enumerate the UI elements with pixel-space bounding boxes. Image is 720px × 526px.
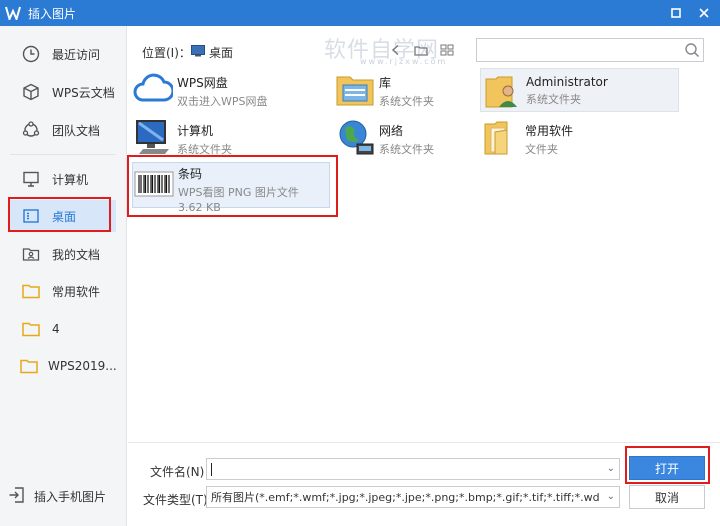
search-icon[interactable] bbox=[684, 42, 700, 58]
footer-panel bbox=[128, 442, 720, 526]
file-type: 双击进入WPS网盘 bbox=[177, 95, 268, 108]
sidebar: 最近访问 WPS云文档 团队文档 计算机 桌面 我的文档 常用软件 4 WPS2… bbox=[0, 26, 127, 526]
file-type: 文件夹 bbox=[525, 143, 558, 156]
insert-phone-image-label: 插入手机图片 bbox=[34, 489, 107, 504]
insert-phone-image-button[interactable]: 插入手机图片 bbox=[8, 482, 118, 510]
location-value: 桌面 bbox=[209, 46, 234, 60]
file-item-computer[interactable]: 计算机 系统文件夹 bbox=[132, 116, 328, 166]
sidebar-item-label: 4 bbox=[52, 322, 60, 336]
cloud-icon bbox=[132, 68, 174, 110]
file-name: WPS网盘 bbox=[177, 76, 228, 90]
sidebar-item-my-docs[interactable]: 我的文档 bbox=[8, 238, 116, 270]
cancel-button[interactable]: 取消 bbox=[629, 485, 705, 509]
sidebar-item-label: 我的文档 bbox=[52, 247, 101, 262]
close-icon bbox=[699, 8, 709, 18]
file-type: 系统文件夹 bbox=[379, 143, 434, 156]
file-type: 系统文件夹 bbox=[379, 95, 434, 108]
sidebar-item-label: 团队文档 bbox=[52, 123, 101, 138]
file-item-common-software[interactable]: 常用软件 文件夹 bbox=[480, 116, 676, 166]
folder-icon bbox=[480, 116, 522, 158]
search-box[interactable] bbox=[476, 38, 704, 62]
file-type: 系统文件夹 bbox=[177, 143, 232, 156]
sidebar-item-wps-cloud[interactable]: WPS云文档 bbox=[8, 76, 116, 108]
filetype-value: 所有图片(*.emf;*.wmf;*.jpg;*.jpeg;*.jpe;*.pn… bbox=[211, 491, 599, 504]
location-label: 位置(I)： bbox=[142, 46, 191, 60]
filename-input[interactable]: ⌄ bbox=[206, 458, 620, 480]
file-name: 计算机 bbox=[177, 124, 214, 138]
file-type: WPS看图 PNG 图片文件 bbox=[178, 186, 299, 199]
window-title: 插入图片 bbox=[28, 6, 77, 21]
cube-icon bbox=[20, 81, 42, 103]
clock-icon bbox=[20, 43, 42, 65]
filetype-select[interactable]: 所有图片(*.emf;*.wmf;*.jpg;*.jpeg;*.jpe;*.pn… bbox=[206, 486, 620, 508]
up-folder-icon[interactable] bbox=[414, 44, 428, 59]
file-item-wps-netdisk[interactable]: WPS网盘 双击进入WPS网盘 bbox=[132, 68, 328, 118]
file-item-barcode[interactable]: 条码 WPS看图 PNG 图片文件 3.62 KB bbox=[132, 162, 330, 214]
maximize-icon bbox=[671, 8, 681, 18]
view-mode-icon[interactable] bbox=[440, 44, 454, 59]
chevron-down-icon[interactable]: ⌄ bbox=[607, 491, 615, 502]
sidebar-item-label: WPS2019... bbox=[48, 359, 117, 373]
open-button[interactable]: 打开 bbox=[629, 456, 705, 480]
folder-icon bbox=[20, 318, 42, 340]
folder-icon bbox=[20, 280, 42, 302]
text-cursor bbox=[211, 463, 212, 476]
file-type: 系统文件夹 bbox=[526, 93, 581, 106]
file-name: 常用软件 bbox=[525, 124, 574, 138]
computer-icon bbox=[132, 116, 174, 158]
file-item-administrator[interactable]: Administrator 系统文件夹 bbox=[480, 68, 679, 112]
sidebar-item-label: 常用软件 bbox=[52, 284, 101, 299]
chevron-down-icon[interactable]: ⌄ bbox=[607, 463, 615, 474]
barcode-image-icon bbox=[133, 163, 175, 205]
desktop-icon bbox=[20, 205, 42, 227]
file-name: Administrator bbox=[526, 75, 608, 89]
team-icon bbox=[20, 119, 42, 141]
maximize-button[interactable] bbox=[664, 0, 688, 26]
file-name: 条码 bbox=[178, 167, 203, 181]
sidebar-divider bbox=[10, 154, 116, 155]
location-path[interactable]: 桌面 bbox=[191, 44, 233, 61]
sidebar-item-computer[interactable]: 计算机 bbox=[8, 163, 116, 195]
wps-logo-icon bbox=[0, 0, 26, 26]
import-phone-icon bbox=[8, 486, 26, 507]
search-input[interactable] bbox=[477, 39, 677, 61]
file-size: 3.62 KB bbox=[178, 201, 221, 214]
title-bar: 插入图片 bbox=[0, 0, 720, 26]
sidebar-item-label: 最近访问 bbox=[52, 47, 101, 62]
sidebar-item-team-docs[interactable]: 团队文档 bbox=[8, 114, 116, 146]
monitor-icon bbox=[20, 168, 42, 190]
sidebar-item-label: 计算机 bbox=[52, 172, 89, 187]
desktop-small-icon bbox=[191, 45, 205, 60]
back-icon[interactable] bbox=[390, 44, 402, 59]
sidebar-item-label: 桌面 bbox=[52, 209, 77, 224]
file-name: 库 bbox=[379, 76, 392, 90]
sidebar-item-desktop[interactable]: 桌面 bbox=[8, 200, 116, 232]
nav-toolbar bbox=[390, 40, 454, 62]
sidebar-item-common-software[interactable]: 常用软件 bbox=[8, 275, 116, 307]
user-folder-icon bbox=[20, 243, 42, 265]
library-folder-icon bbox=[334, 68, 376, 110]
close-button[interactable] bbox=[692, 0, 716, 26]
user-folder-icon bbox=[481, 69, 523, 111]
sidebar-item-label: WPS云文档 bbox=[52, 85, 115, 100]
sidebar-item-wps2019[interactable]: WPS2019... bbox=[8, 350, 117, 382]
sidebar-item-folder-4[interactable]: 4 bbox=[8, 313, 116, 345]
folder-icon bbox=[20, 355, 38, 377]
network-globe-icon bbox=[334, 116, 376, 158]
sidebar-item-recent[interactable]: 最近访问 bbox=[8, 38, 116, 70]
file-name: 网络 bbox=[379, 124, 404, 138]
